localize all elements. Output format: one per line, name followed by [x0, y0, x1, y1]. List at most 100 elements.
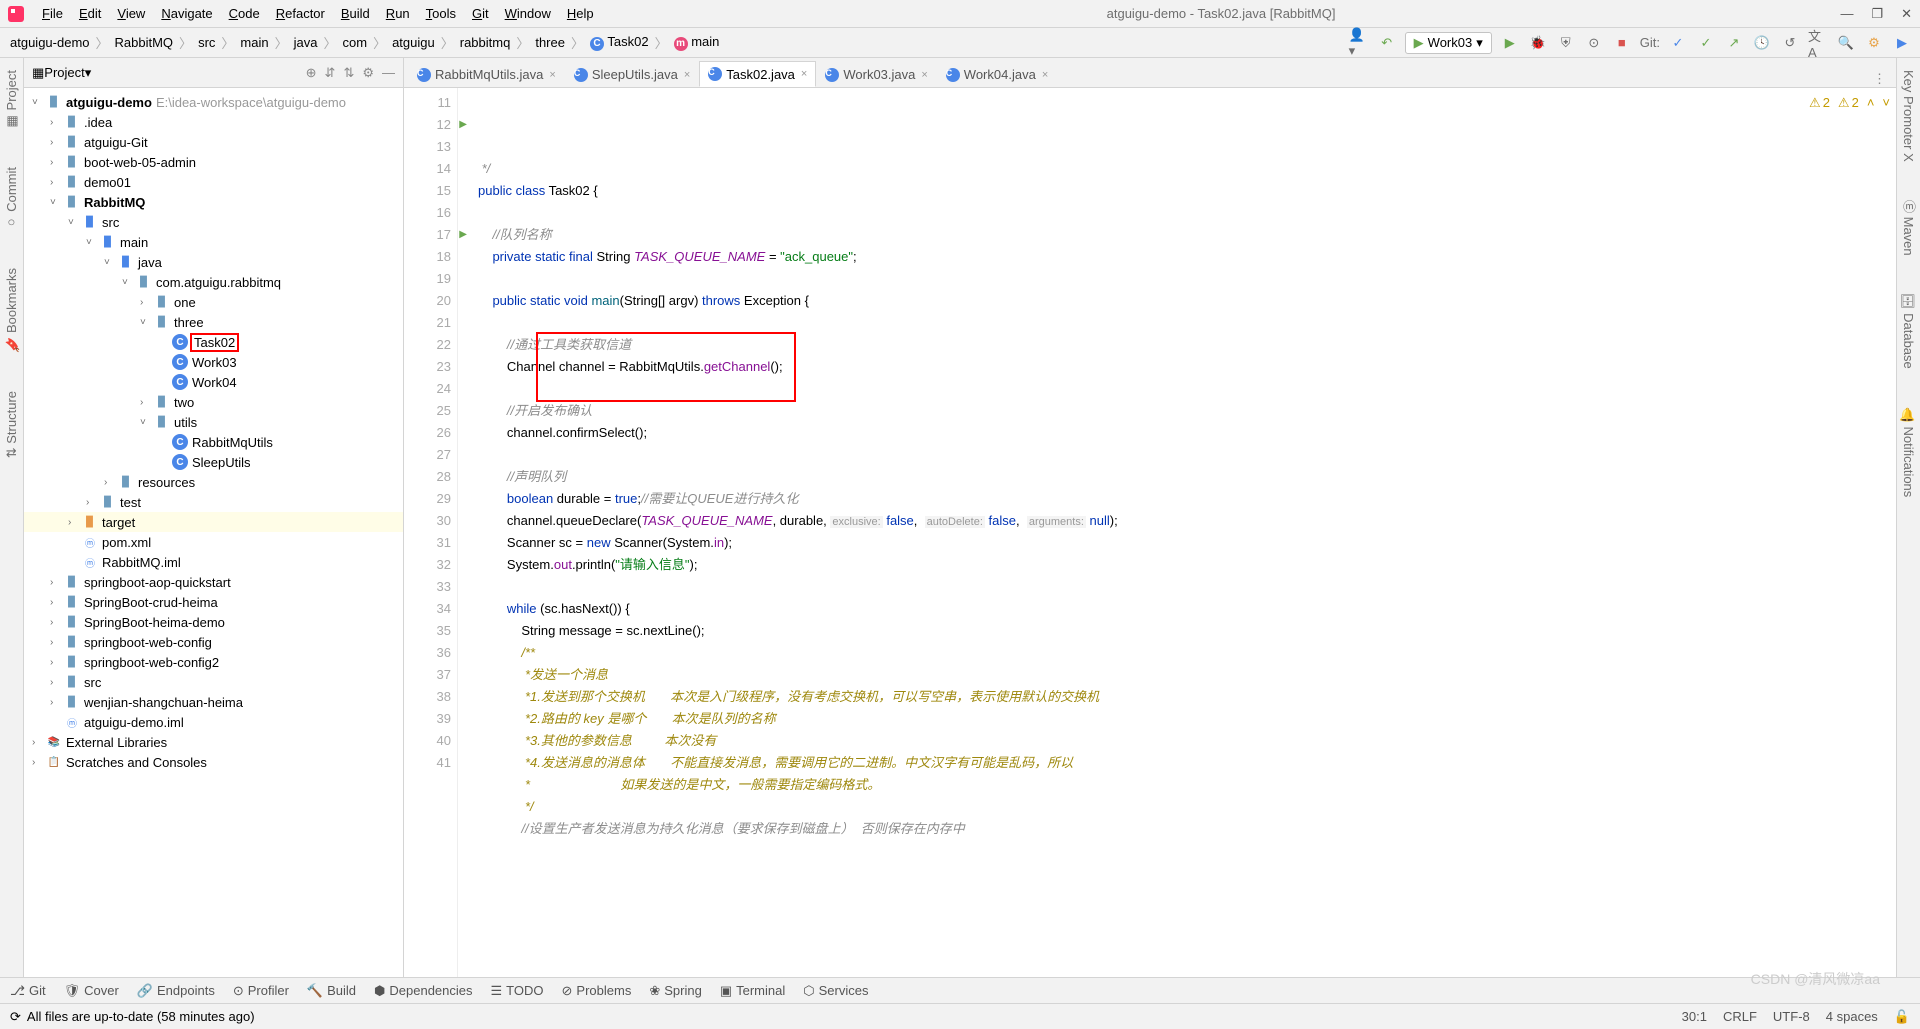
tree-node[interactable]: CWork04	[24, 372, 403, 392]
tree-node[interactable]: ›📋Scratches and Consoles	[24, 752, 403, 772]
breadcrumb-segment[interactable]: main	[238, 35, 270, 50]
tree-root[interactable]: ˅▉atguigu-demoE:\idea-workspace\atguigu-…	[24, 92, 403, 112]
breadcrumb-segment[interactable]: com	[341, 35, 370, 50]
breadcrumb-method[interactable]: m main	[672, 34, 722, 51]
back-icon[interactable]: ↶	[1377, 33, 1397, 53]
tree-node[interactable]: ›▉demo01	[24, 172, 403, 192]
tree-node[interactable]: ›📚External Libraries	[24, 732, 403, 752]
coverage-button[interactable]: ⛨	[1556, 33, 1576, 53]
tree-node[interactable]: ›▉SpringBoot-crud-heima	[24, 592, 403, 612]
settings-gear-icon[interactable]: ⚙	[362, 65, 374, 81]
breadcrumb-class[interactable]: C Task02	[588, 34, 651, 51]
bookmarks-tool-button[interactable]: 🔖 Bookmarks	[4, 264, 19, 357]
tree-node[interactable]: ˅▉src	[24, 212, 403, 232]
tree-node[interactable]: ⓜRabbitMQ.iml	[24, 552, 403, 572]
close-tab-icon[interactable]: ×	[801, 68, 807, 80]
user-icon[interactable]: 👤▾	[1349, 33, 1369, 53]
debug-button[interactable]: 🐞	[1528, 33, 1548, 53]
bottom-tool-todo[interactable]: ☰TODO	[491, 983, 544, 999]
editor-tab[interactable]: CTask02.java×	[699, 61, 816, 87]
bottom-tool-endpoints[interactable]: 🔗Endpoints	[137, 983, 215, 999]
tree-node[interactable]: ›▉target	[24, 512, 403, 532]
vcs-update-icon[interactable]: ✓	[1668, 33, 1688, 53]
notifications-tool-button[interactable]: 🔔 Notifications	[1901, 403, 1916, 501]
readonly-lock-icon[interactable]: 🔓	[1894, 1009, 1910, 1025]
tree-node[interactable]: ˅▉utils	[24, 412, 403, 432]
tree-node[interactable]: CTask02	[24, 332, 403, 352]
tree-node[interactable]: CWork03	[24, 352, 403, 372]
chevron-down-icon[interactable]: ˅	[1882, 92, 1890, 114]
vcs-rollback-icon[interactable]: ↺	[1780, 33, 1800, 53]
breadcrumb-segment[interactable]: src	[196, 35, 217, 50]
tree-node[interactable]: CSleepUtils	[24, 452, 403, 472]
menu-edit[interactable]: Edit	[71, 6, 109, 21]
tree-node[interactable]: ›▉two	[24, 392, 403, 412]
structure-tool-button[interactable]: ⇅ Structure	[4, 387, 19, 462]
editor-tab[interactable]: CRabbitMqUtils.java×	[408, 61, 565, 87]
tabs-more-icon[interactable]: ⋮	[1863, 71, 1896, 87]
settings-icon[interactable]: ⚙	[1864, 33, 1884, 53]
translate-icon[interactable]: 文A	[1808, 33, 1828, 53]
key-promoter-tool-button[interactable]: Key Promoter X	[1901, 66, 1916, 166]
editor-inspection-status[interactable]: ⚠2 ⚠2 ˄ ˅	[1809, 92, 1890, 114]
bottom-tool-cover[interactable]: 🛡Cover	[64, 983, 119, 999]
bottom-tool-dependencies[interactable]: ⬢Dependencies	[374, 983, 472, 999]
bottom-tool-terminal[interactable]: ▣Terminal	[720, 983, 785, 999]
menu-help[interactable]: Help	[559, 6, 602, 21]
database-tool-button[interactable]: 🗄 Database	[1901, 289, 1916, 373]
close-tab-icon[interactable]: ×	[684, 69, 690, 81]
indent-setting[interactable]: 4 spaces	[1826, 1009, 1878, 1024]
menu-build[interactable]: Build	[333, 6, 378, 21]
caret-position[interactable]: 30:1	[1682, 1009, 1707, 1024]
profile-button[interactable]: ⊙	[1584, 33, 1604, 53]
breadcrumb-segment[interactable]: atguigu	[390, 35, 437, 50]
breadcrumb-segment[interactable]: rabbitmq	[458, 35, 513, 50]
bottom-tool-spring[interactable]: ❀Spring	[649, 983, 701, 999]
maven-tool-button[interactable]: ⓜ Maven	[1899, 196, 1918, 260]
tree-node[interactable]: ˅▉java	[24, 252, 403, 272]
tree-node[interactable]: ›▉.idea	[24, 112, 403, 132]
maximize-button[interactable]: ❐	[1871, 6, 1883, 22]
tree-node[interactable]: ›▉test	[24, 492, 403, 512]
gutter[interactable]: 1112131415161718192021222324252627282930…	[404, 88, 458, 977]
close-tab-icon[interactable]: ×	[549, 69, 555, 81]
commit-tool-button[interactable]: ○ Commit	[4, 163, 19, 234]
menu-code[interactable]: Code	[221, 6, 268, 21]
tree-node[interactable]: ›▉wenjian-shangchuan-heima	[24, 692, 403, 712]
vcs-history-icon[interactable]: 🕓	[1752, 33, 1772, 53]
tree-node[interactable]: ›▉springboot-web-config2	[24, 652, 403, 672]
run-config-selector[interactable]: ▶ Work03 ▾	[1405, 32, 1492, 54]
bottom-tool-git[interactable]: ⎇Git	[10, 983, 46, 999]
menu-view[interactable]: View	[109, 6, 153, 21]
tree-node[interactable]: ›▉SpringBoot-heima-demo	[24, 612, 403, 632]
tree-node[interactable]: ⓜatguigu-demo.iml	[24, 712, 403, 732]
editor-tab[interactable]: CWork04.java×	[937, 61, 1057, 87]
menu-git[interactable]: Git	[464, 6, 497, 21]
tree-node[interactable]: ˅▉main	[24, 232, 403, 252]
tree-node[interactable]: ›▉src	[24, 672, 403, 692]
stop-button[interactable]: ■	[1612, 33, 1632, 53]
bottom-tool-problems[interactable]: ⊘Problems	[562, 983, 632, 999]
menu-file[interactable]: File	[34, 6, 71, 21]
editor-tab[interactable]: CWork03.java×	[816, 61, 936, 87]
expand-all-icon[interactable]: ⇵	[325, 65, 336, 81]
tree-node[interactable]: ›▉atguigu-Git	[24, 132, 403, 152]
menu-refactor[interactable]: Refactor	[268, 6, 333, 21]
breadcrumb-segment[interactable]: three	[533, 35, 567, 50]
menu-navigate[interactable]: Navigate	[153, 6, 220, 21]
vcs-commit-icon[interactable]: ✓	[1696, 33, 1716, 53]
project-tree[interactable]: ˅▉atguigu-demoE:\idea-workspace\atguigu-…	[24, 88, 403, 977]
breadcrumb-segment[interactable]: atguigu-demo	[8, 35, 92, 50]
tree-node[interactable]: ›▉springboot-aop-quickstart	[24, 572, 403, 592]
hide-panel-icon[interactable]: —	[382, 65, 395, 81]
chevron-up-icon[interactable]: ˄	[1867, 92, 1875, 114]
bottom-tool-build[interactable]: 🔨Build	[307, 983, 356, 999]
breadcrumb-segment[interactable]: java	[292, 35, 320, 50]
tree-node[interactable]: ›▉boot-web-05-admin	[24, 152, 403, 172]
search-icon[interactable]: 🔍	[1836, 33, 1856, 53]
menu-run[interactable]: Run	[378, 6, 418, 21]
close-tab-icon[interactable]: ×	[1042, 69, 1048, 81]
minimize-button[interactable]: —	[1840, 6, 1853, 22]
tree-node[interactable]: ˅▉three	[24, 312, 403, 332]
run-button[interactable]: ▶	[1500, 33, 1520, 53]
